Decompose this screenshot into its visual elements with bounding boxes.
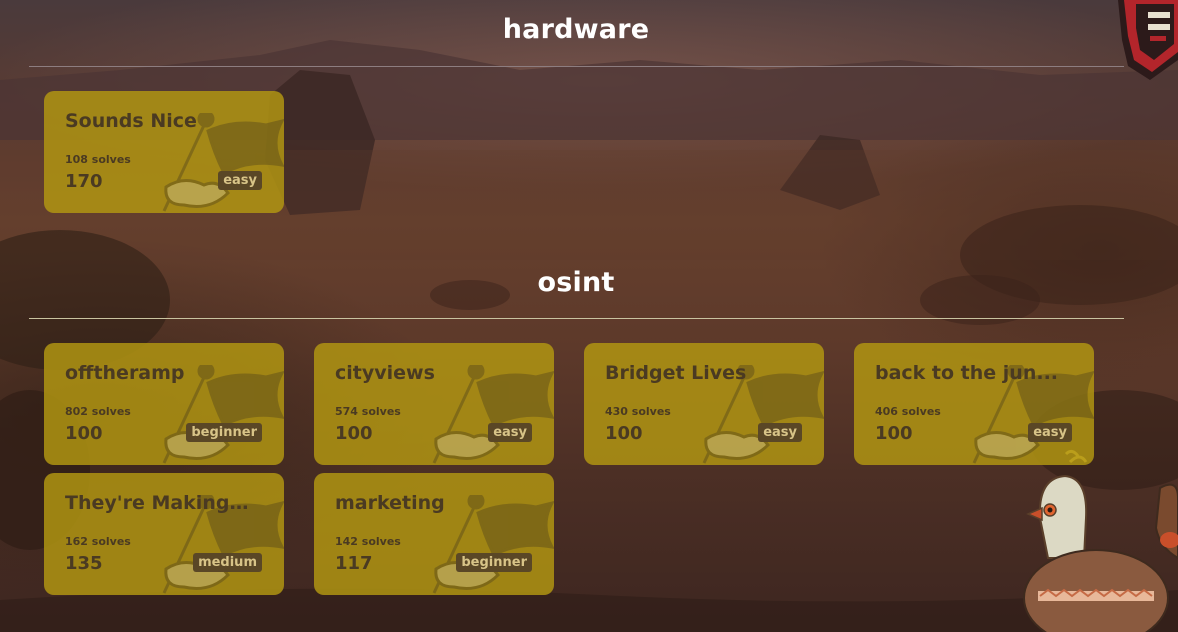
difficulty-badge: easy [1028,423,1072,442]
section-title-hardware: hardware [502,14,650,45]
challenge-card-sounds-nice[interactable]: Sounds Nice 108 solves 170 easy [44,91,284,213]
challenge-name: cityviews [335,362,435,384]
challenge-name: Bridget Lives [605,362,747,384]
challenge-name: They're Making... [65,492,250,514]
challenge-points: 100 [605,423,643,444]
difficulty-badge: easy [218,171,262,190]
difficulty-badge: beginner [456,553,532,572]
challenge-points: 170 [65,171,103,192]
challenge-card-bridget-lives[interactable]: Bridget Lives 430 solves 100 easy [584,343,824,465]
challenge-name: Sounds Nice [65,110,197,132]
section-divider [29,66,1124,67]
challenge-card-offtheramp[interactable]: offtheramp 802 solves 100 beginner [44,343,284,465]
challenge-points: 100 [65,423,103,444]
challenge-points: 100 [335,423,373,444]
challenge-name: offtheramp [65,362,185,384]
challenge-points: 100 [875,423,913,444]
challenge-solves: 142 solves [335,535,401,548]
challenge-solves: 162 solves [65,535,131,548]
challenge-card-back-to-the-jungle[interactable]: back to the jun... 406 solves 100 easy [854,343,1094,465]
bird-mascot [1023,449,1178,632]
challenge-card-marketing[interactable]: marketing 142 solves 117 beginner [314,473,554,595]
difficulty-badge: medium [193,553,262,572]
challenge-card-theyre-making[interactable]: They're Making... 162 solves 135 medium [44,473,284,595]
challenge-name: back to the jun... [875,362,1059,384]
challenge-name: marketing [335,492,445,514]
challenge-card-cityviews[interactable]: cityviews 574 solves 100 easy [314,343,554,465]
section-divider [29,318,1124,319]
difficulty-badge: easy [488,423,532,442]
section-title-osint: osint [537,267,615,298]
difficulty-badge: easy [758,423,802,442]
challenge-solves: 406 solves [875,405,941,418]
challenge-solves: 430 solves [605,405,671,418]
challenge-solves: 802 solves [65,405,131,418]
challenge-solves: 108 solves [65,153,131,166]
challenge-points: 117 [335,553,373,574]
challenge-solves: 574 solves [335,405,401,418]
challenge-points: 135 [65,553,103,574]
difficulty-badge: beginner [186,423,262,442]
